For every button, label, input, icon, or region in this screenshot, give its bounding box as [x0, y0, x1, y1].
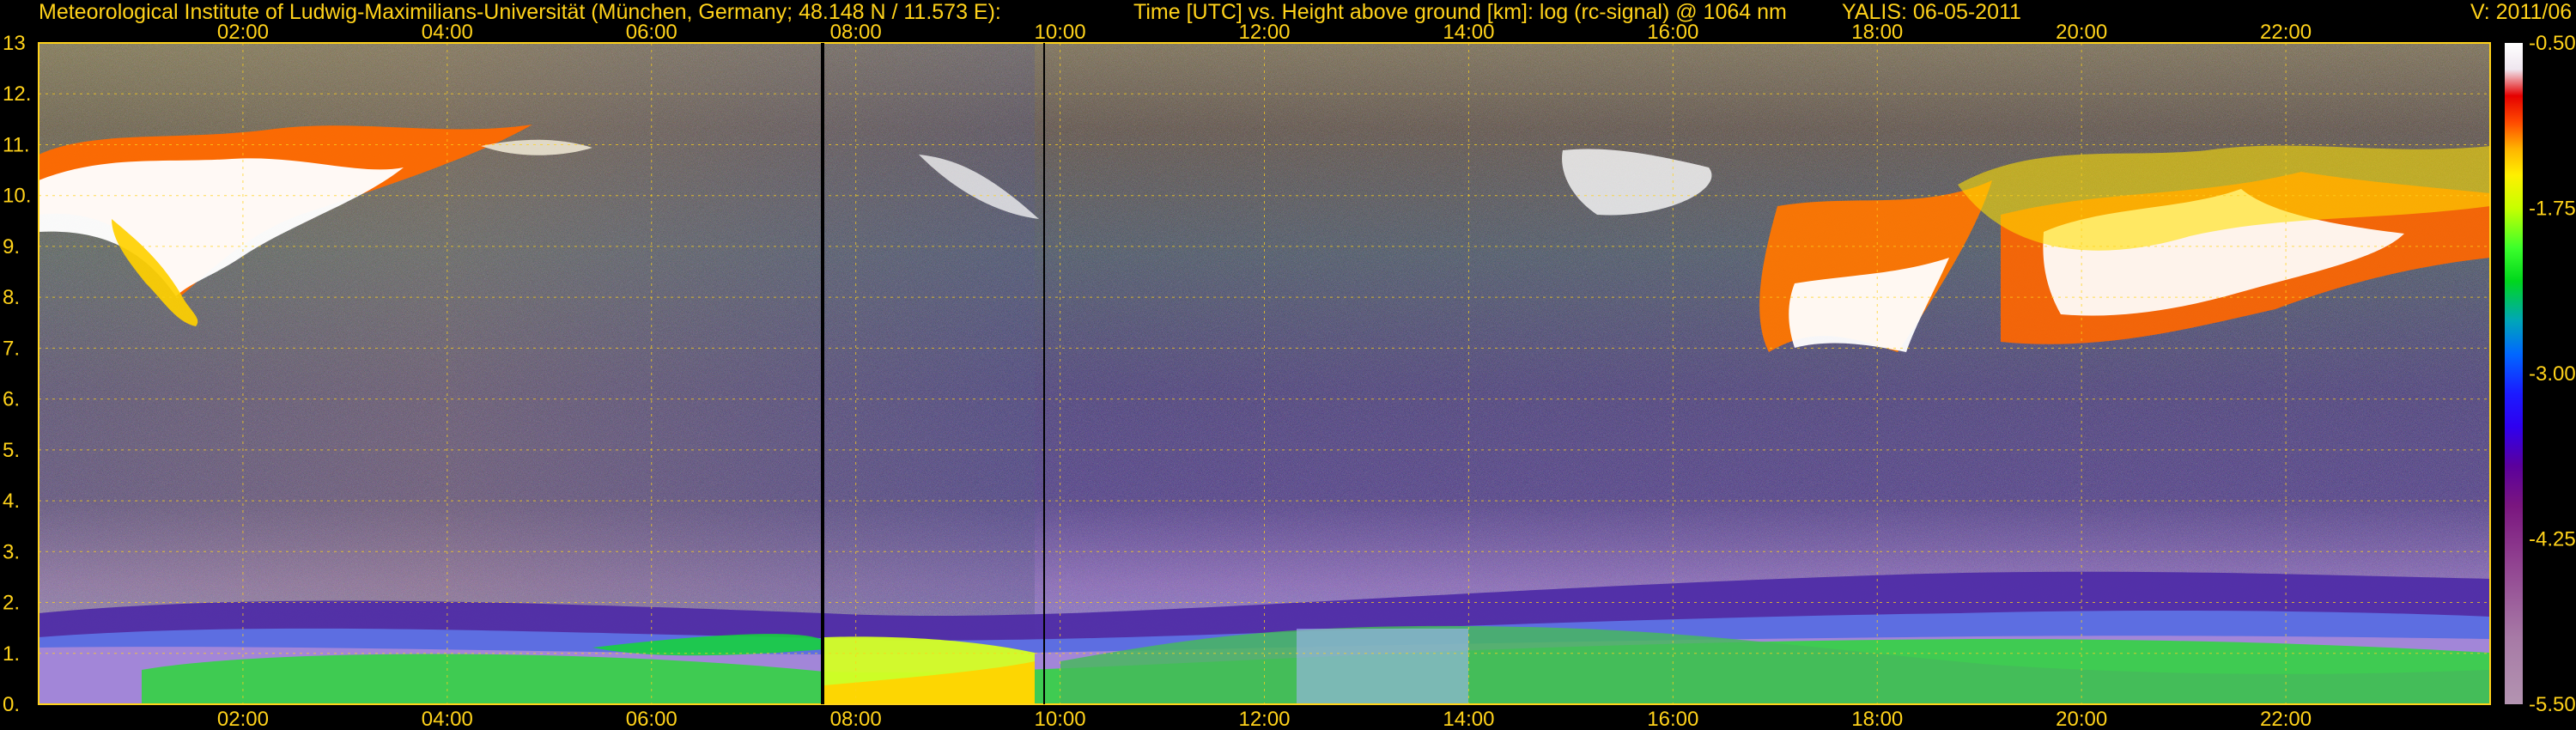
- height-tick-label: 7.: [3, 337, 20, 360]
- colorbar-tick-label: -3.00: [2529, 362, 2576, 386]
- colorbar-tick-label: -0.50: [2529, 32, 2576, 55]
- top-time-tick-label: 08:00: [830, 21, 882, 44]
- bottom-time-tick-label: 04:00: [422, 708, 473, 730]
- bottom-time-axis: 02:00 04:00 06:00 08:00 10:00 12:00 14:00 16:00…: [217, 708, 2312, 730]
- height-tick-label: 2.: [3, 592, 20, 615]
- top-time-tick-label: 02:00: [217, 21, 269, 44]
- height-tick-label: 0.: [3, 693, 20, 716]
- height-tick-label: 3.: [3, 540, 20, 563]
- lidar-heatmap-chart: Meteorological Institute of Ludwig-Maxim…: [3, 0, 2576, 730]
- colorbar-tick-label: -4.25: [2529, 528, 2576, 551]
- height-tick-label: 12.: [3, 82, 31, 106]
- lidar-plot-window: Meteorological Institute of Ludwig-Maxim…: [0, 0, 2576, 730]
- version-label: V: 2011/06: [2470, 0, 2572, 24]
- top-time-axis: 02:00 04:00 06:00 08:00 10:00 12:00 14:00 16:00…: [217, 21, 2312, 44]
- height-tick-label: 9.: [3, 235, 20, 259]
- top-time-tick-label: 22:00: [2260, 21, 2312, 44]
- height-tick-label: 8.: [3, 286, 20, 309]
- colorbar-tick-label: -5.50: [2529, 693, 2576, 716]
- height-axis: 0. 1. 2. 3. 4. 5. 6. 7. 8. 9. 10. 11. 12. 13: [3, 32, 31, 716]
- bottom-time-tick-label: 08:00: [830, 708, 882, 730]
- top-time-tick-label: 14:00: [1443, 21, 1494, 44]
- top-time-tick-label: 20:00: [2056, 21, 2107, 44]
- colorbar: -0.50 -1.75 -3.00 -4.25 -5.50: [2505, 32, 2576, 716]
- height-tick-label: 6.: [3, 388, 20, 411]
- bottom-time-tick-label: 10:00: [1035, 708, 1086, 730]
- top-time-tick-label: 06:00: [626, 21, 677, 44]
- top-time-tick-label: 12:00: [1238, 21, 1290, 44]
- top-time-tick-label: 16:00: [1647, 21, 1698, 44]
- height-tick-label: 5.: [3, 439, 20, 462]
- top-time-tick-label: 18:00: [1851, 21, 1903, 44]
- bottom-time-tick-label: 12:00: [1238, 708, 1290, 730]
- clear-convective-gap: [1297, 629, 1468, 704]
- bottom-time-tick-label: 20:00: [2056, 708, 2107, 730]
- bottom-time-tick-label: 06:00: [626, 708, 677, 730]
- bottom-time-tick-label: 14:00: [1443, 708, 1494, 730]
- height-tick-label: 11.: [3, 133, 30, 156]
- height-tick-label: 10.: [3, 185, 31, 208]
- colorbar-tick-label: -1.75: [2529, 198, 2576, 221]
- top-time-tick-label: 10:00: [1035, 21, 1086, 44]
- colorbar-gradient: [2505, 43, 2523, 704]
- bottom-time-tick-label: 02:00: [217, 708, 269, 730]
- bottom-time-tick-label: 16:00: [1647, 708, 1698, 730]
- height-tick-label: 4.: [3, 490, 20, 513]
- colorbar-ticks: -0.50 -1.75 -3.00 -4.25 -5.50: [2529, 32, 2576, 716]
- bottom-time-tick-label: 18:00: [1851, 708, 1903, 730]
- bottom-time-tick-label: 22:00: [2260, 708, 2312, 730]
- height-tick-label: 1.: [3, 642, 20, 666]
- height-tick-label: 13: [3, 32, 26, 55]
- top-time-tick-label: 04:00: [422, 21, 473, 44]
